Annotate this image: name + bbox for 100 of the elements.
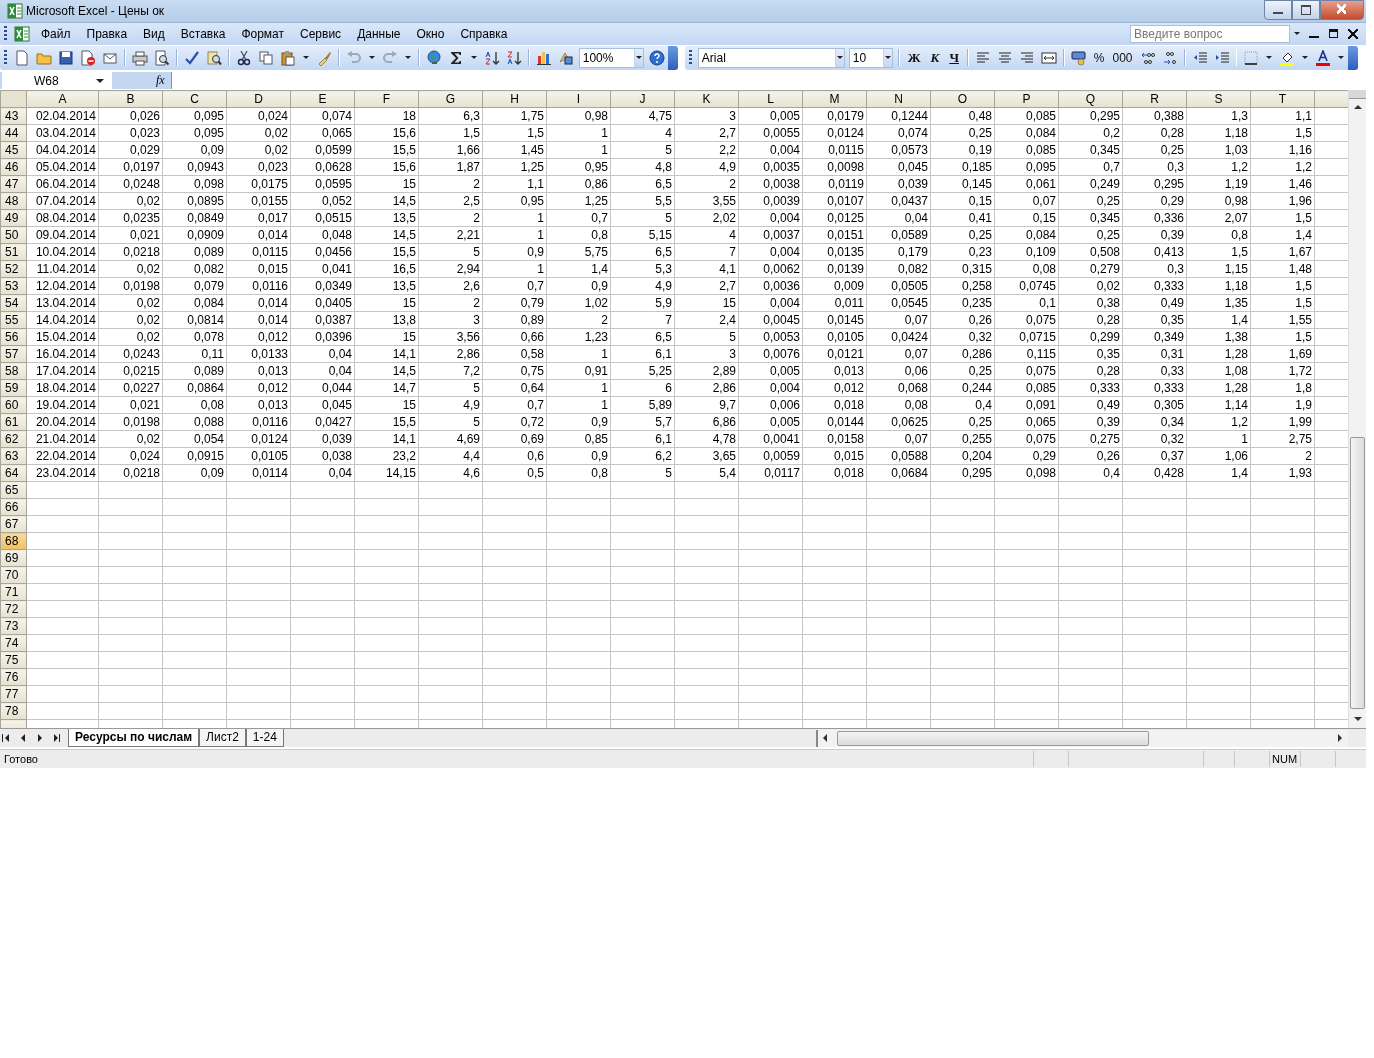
align-left-icon[interactable]: [974, 49, 991, 66]
globe-link-icon[interactable]: [425, 49, 442, 66]
toolbar-grip[interactable]: [4, 25, 7, 42]
column-header[interactable]: F: [354, 90, 419, 108]
column-header[interactable]: B: [98, 90, 163, 108]
column-header[interactable]: S: [1186, 90, 1251, 108]
column-header[interactable]: N: [866, 90, 931, 108]
table-cell: 6,5: [610, 175, 675, 193]
sort-ascending-icon[interactable]: [483, 49, 500, 66]
dropdown-arrow-icon[interactable]: [1266, 56, 1273, 60]
table-cell: 1: [546, 124, 611, 142]
sheet-tab[interactable]: Лист2: [199, 729, 246, 748]
table-cell: 15,6: [354, 124, 419, 142]
vertical-scrollbar[interactable]: [1348, 90, 1366, 729]
copy-icon[interactable]: [257, 49, 274, 66]
print-preview-icon[interactable]: [153, 49, 170, 66]
column-header[interactable]: O: [930, 90, 995, 108]
workbook-close-icon[interactable]: [1348, 28, 1358, 39]
table-cell: 0,04: [290, 464, 355, 482]
toolbar-options-button[interactable]: [668, 45, 678, 70]
menu-item[interactable]: Вставка: [172, 26, 234, 41]
horizontal-scrollbar[interactable]: [816, 729, 1348, 747]
menu-item[interactable]: Сервис: [292, 26, 350, 41]
menu-item[interactable]: Файл: [33, 26, 79, 41]
function-button[interactable]: fx: [112, 73, 171, 88]
document-permission-icon[interactable]: [79, 49, 96, 66]
bold-button[interactable]: Ж: [902, 47, 926, 68]
workbook-restore-icon[interactable]: [1329, 29, 1338, 39]
borders-icon[interactable]: [1243, 49, 1260, 66]
decrease-decimal-icon[interactable]: [1161, 49, 1178, 66]
font-dropdown[interactable]: Arial: [697, 47, 845, 68]
column-header[interactable]: T: [1250, 90, 1315, 108]
decrease-indent-icon[interactable]: [1191, 49, 1208, 66]
minimize-button[interactable]: [1264, 0, 1292, 20]
dropdown-arrow-icon[interactable]: [1294, 32, 1300, 36]
menu-item[interactable]: Правка: [78, 26, 136, 41]
scrollbar-thumb[interactable]: [1350, 437, 1365, 710]
column-header[interactable]: P: [994, 90, 1059, 108]
column-header[interactable]: H: [482, 90, 547, 108]
research-icon[interactable]: [205, 49, 222, 66]
restore-button[interactable]: [1292, 0, 1320, 20]
column-header[interactable]: K: [674, 90, 739, 108]
close-button[interactable]: [1320, 0, 1364, 20]
column-header[interactable]: A: [26, 90, 99, 108]
new-document-icon[interactable]: [13, 49, 30, 66]
column-header[interactable]: J: [610, 90, 675, 108]
column-header[interactable]: L: [738, 90, 803, 108]
dropdown-arrow-icon[interactable]: [404, 56, 411, 60]
dropdown-arrow-icon[interactable]: [470, 56, 477, 60]
sort-descending-icon[interactable]: [505, 49, 522, 66]
percent-style-button[interactable]: %: [1089, 47, 1109, 68]
italic-button[interactable]: К: [925, 47, 945, 68]
toolbar-grip[interactable]: [689, 49, 692, 66]
excel-logo-icon[interactable]: [14, 25, 30, 42]
align-center-icon[interactable]: [996, 49, 1013, 66]
toolbar-options-button[interactable]: [1348, 45, 1358, 70]
menu-item[interactable]: Формат: [233, 26, 293, 41]
table-cell: 1,66: [418, 141, 483, 159]
merge-cells-icon[interactable]: [1040, 49, 1057, 66]
column-header[interactable]: I: [546, 90, 611, 108]
column-header[interactable]: C: [162, 90, 227, 108]
align-right-icon[interactable]: [1018, 49, 1035, 66]
column-header[interactable]: Q: [1058, 90, 1123, 108]
comma-style-button[interactable]: 000: [1108, 47, 1137, 68]
menu-item[interactable]: Справка: [452, 26, 516, 41]
dropdown-arrow-icon[interactable]: [1302, 56, 1309, 60]
spelling-check-icon[interactable]: [183, 49, 200, 66]
table-cell: 0,018: [802, 464, 867, 482]
font-color-icon[interactable]: [1315, 49, 1332, 66]
name-box[interactable]: W68: [2, 72, 112, 89]
currency-icon[interactable]: [1070, 49, 1087, 66]
help-search-field[interactable]: Введите вопрос: [1130, 24, 1290, 43]
column-header[interactable]: G: [418, 90, 483, 108]
zoom-dropdown[interactable]: 100%: [578, 47, 645, 68]
dropdown-arrow-icon[interactable]: [302, 56, 309, 60]
dropdown-arrow-icon[interactable]: [1338, 56, 1345, 60]
dropdown-arrow-icon[interactable]: [368, 56, 375, 60]
formula-input[interactable]: [170, 72, 1366, 89]
column-header[interactable]: D: [226, 90, 291, 108]
sheet-tab[interactable]: Ресурсы по числам: [68, 729, 200, 748]
menu-item[interactable]: Данные: [349, 26, 409, 41]
menu-item[interactable]: Окно: [408, 26, 453, 41]
increase-indent-icon[interactable]: [1213, 49, 1230, 66]
font-size-dropdown[interactable]: 10: [848, 47, 893, 68]
help-icon[interactable]: [649, 49, 666, 66]
bar-chart-icon[interactable]: [535, 49, 552, 66]
table-cell: 0,08: [994, 260, 1059, 278]
column-header[interactable]: E: [290, 90, 355, 108]
sheet-tab[interactable]: 1-24: [245, 729, 284, 748]
column-header[interactable]: R: [1122, 90, 1187, 108]
toolbar-grip[interactable]: [4, 49, 7, 66]
save-icon[interactable]: [57, 49, 74, 66]
menu-item[interactable]: Вид: [135, 26, 173, 41]
print-icon[interactable]: [131, 49, 148, 66]
underline-button[interactable]: Ч: [944, 47, 964, 68]
table-cell: 0,011: [802, 294, 867, 312]
column-header[interactable]: M: [802, 90, 867, 108]
cut-icon[interactable]: [235, 49, 252, 66]
scrollbar-thumb[interactable]: [837, 730, 1149, 746]
paste-icon[interactable]: [279, 49, 296, 66]
